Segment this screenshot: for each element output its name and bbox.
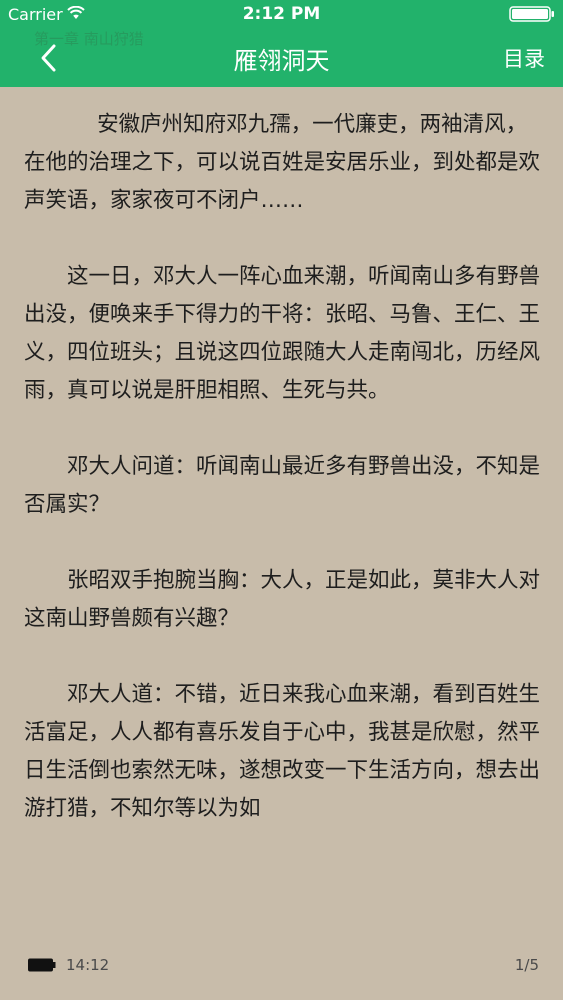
header: Carrier 2:12 PM 第一章 南山狩猎 雁翎洞天 目录: [0, 0, 563, 87]
paragraph: 安徽庐州知府邓九孺，一代廉吏，两袖清风，在他的治理之下，可以说百姓是安居乐业，到…: [24, 112, 541, 213]
reader-battery-icon: [28, 958, 56, 972]
reader-footer: 14:12 1/5: [0, 950, 563, 980]
paragraph: 张昭双手抱腕当胸：大人，正是如此，莫非大人对这南山野兽颇有兴趣？: [24, 568, 541, 631]
reading-content[interactable]: 安徽庐州知府邓九孺，一代廉吏，两袖清风，在他的治理之下，可以说百姓是安居乐业，到…: [24, 106, 544, 866]
nav-bar: 雁翎洞天 目录: [0, 30, 563, 87]
page-title: 雁翎洞天: [233, 47, 330, 75]
page-indicator: 1/5: [514, 956, 539, 974]
battery-icon: [509, 6, 554, 22]
paragraph: 这一日，邓大人一阵心血来潮，听闻南山多有野兽出没，便唤来手下得力的干将：张昭、马…: [24, 264, 541, 403]
footer-time: 14:12: [66, 956, 110, 974]
catalog-button[interactable]: 目录: [503, 43, 545, 73]
status-time: 2:12 PM: [242, 4, 321, 24]
paragraph: 邓大人道：不错，近日来我心血来潮，看到百姓生活富足，人人都有喜乐发自于心中，我甚…: [24, 682, 541, 821]
status-bar: Carrier 2:12 PM: [0, 0, 563, 30]
paragraph: 邓大人问道：听闻南山最近多有野兽出没，不知是否属实？: [24, 454, 541, 517]
